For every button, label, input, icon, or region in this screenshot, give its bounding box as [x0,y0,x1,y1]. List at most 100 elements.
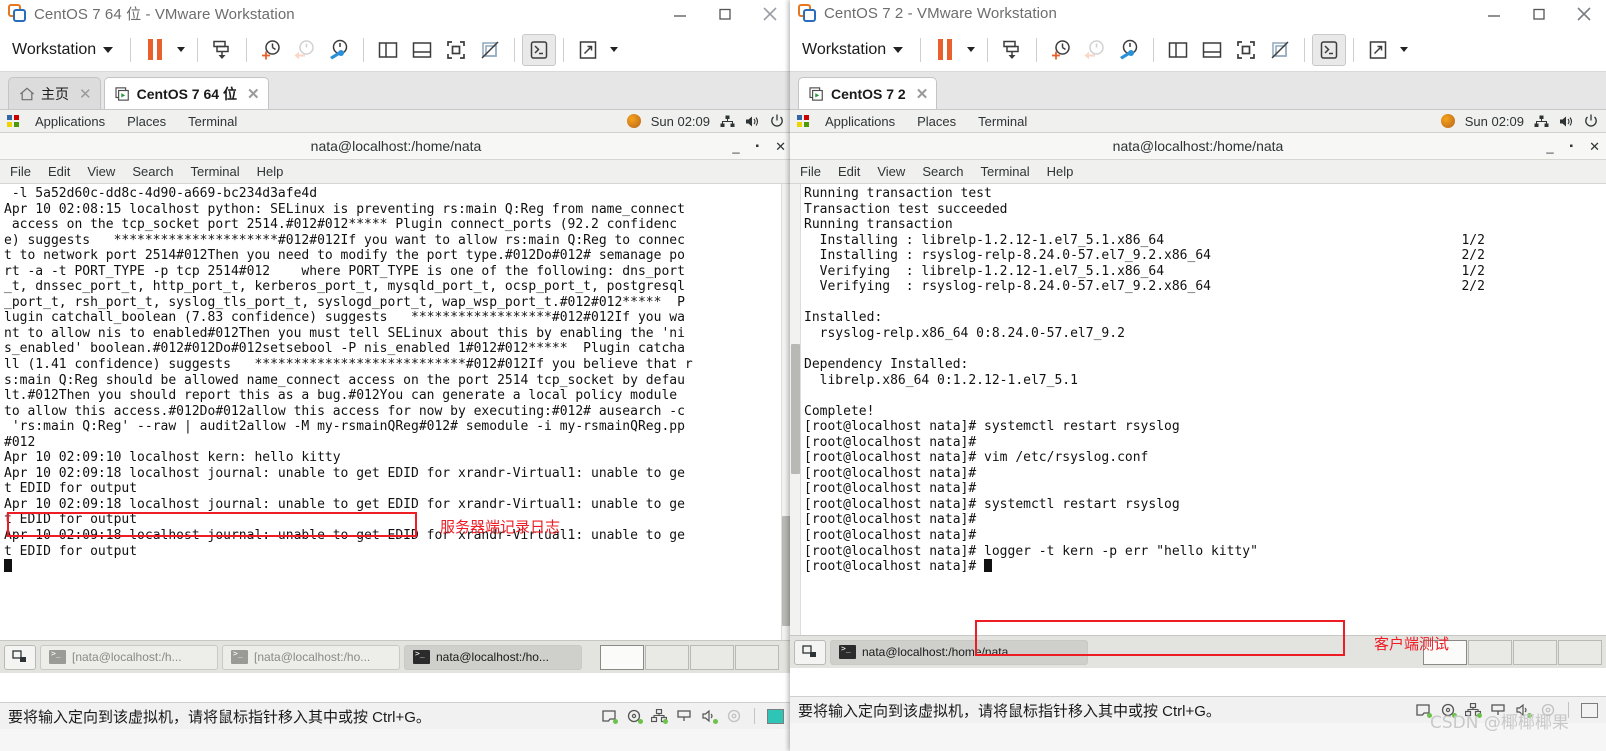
stretch-view-button[interactable] [571,34,605,66]
cd-drive-icon[interactable] [1440,703,1457,718]
volume-icon[interactable] [745,115,760,128]
tab-centos7-64[interactable]: CentOS 7 64 位 ✕ [103,77,269,109]
workstation-menu-button[interactable]: Workstation [6,41,123,59]
close-button[interactable] [1561,0,1606,28]
workspace-2[interactable] [645,644,689,670]
notification-icon[interactable] [1440,114,1455,128]
hard-disk-icon[interactable] [1415,703,1432,718]
close-button[interactable] [747,0,792,28]
taskbar-window-1[interactable]: nata@localhost:/home/nata [830,639,1088,665]
snapshot-manager-button[interactable] [1112,34,1146,66]
network-adapter-icon[interactable] [1464,702,1482,718]
console-view-button[interactable] [522,33,557,66]
show-library-button[interactable] [371,34,405,66]
snapshot-manager-button[interactable] [322,34,356,66]
terminal-menu-help[interactable]: Help [1047,164,1074,179]
show-thumbnail-bar-button[interactable] [1195,34,1229,66]
usb-icon[interactable] [676,709,692,723]
take-snapshot-button[interactable] [1044,34,1078,66]
minimize-button[interactable] [1471,0,1516,28]
manage-snapshots-button[interactable] [205,34,239,66]
terminal-menu-file[interactable]: File [800,164,821,179]
taskbar-window-2[interactable]: [nata@localhost:/ho... [222,644,400,670]
revert-snapshot-button[interactable] [1078,34,1112,66]
gnome-clock[interactable]: Sun 02:09 [651,114,710,129]
terminal-menu-edit[interactable]: Edit [48,164,70,179]
terminal-menu-edit[interactable]: Edit [838,164,860,179]
taskbar-window-1[interactable]: [nata@localhost:/h... [40,644,218,670]
volume-icon[interactable] [1559,115,1574,128]
terminal-maximize-icon[interactable]: ▪ [1570,141,1574,152]
terminal-menu-terminal[interactable]: Terminal [191,164,240,179]
workspace-switcher-button[interactable] [4,644,36,670]
suspend-button[interactable] [138,34,172,66]
workstation-menu-button[interactable]: Workstation [796,41,913,59]
printer-icon[interactable] [1540,703,1556,717]
terminal-menu-file[interactable]: File [10,164,31,179]
suspend-dropdown[interactable] [172,47,190,52]
terminal-close-icon[interactable]: ✕ [1589,139,1600,155]
terminal-menu-search[interactable]: Search [922,164,963,179]
hard-disk-icon[interactable] [601,709,618,724]
scroll-thumb[interactable] [791,344,800,474]
cd-drive-icon[interactable] [626,709,643,724]
display-icon[interactable] [1581,702,1598,718]
workspace-2[interactable] [1468,639,1512,665]
left-terminal-output[interactable]: -l 5a52d60c-dd8c-4d90-a669-bc234d3afe4d A… [0,184,792,640]
usb-icon[interactable] [1490,703,1506,717]
network-icon[interactable] [720,115,735,128]
minimize-button[interactable] [657,0,702,28]
terminal-maximize-icon[interactable]: ▪ [756,141,760,152]
gnome-clock[interactable]: Sun 02:09 [1465,114,1524,129]
gnome-menu-applications[interactable]: Applications [24,114,116,129]
workspace-4[interactable] [1558,639,1602,665]
sound-card-icon[interactable] [1515,703,1532,718]
terminal-close-icon[interactable]: ✕ [775,139,786,155]
workspace-3[interactable] [690,644,734,670]
taskbar-window-3[interactable]: nata@localhost:/ho... [404,644,582,670]
revert-snapshot-button[interactable] [288,34,322,66]
fullscreen-button[interactable] [439,34,473,66]
printer-icon[interactable] [726,709,742,723]
stretch-dropdown[interactable] [1395,47,1413,52]
show-thumbnail-bar-button[interactable] [405,34,439,66]
terminal-minimize-icon[interactable]: _ [732,139,739,154]
stretch-dropdown[interactable] [605,47,623,52]
network-icon[interactable] [1534,115,1549,128]
close-icon[interactable]: ✕ [916,85,929,103]
terminal-minimize-icon[interactable]: _ [1546,139,1553,154]
terminal-menu-view[interactable]: View [87,164,115,179]
gnome-menu-places[interactable]: Places [116,114,177,129]
terminal-menu-view[interactable]: View [877,164,905,179]
workspace-1[interactable] [600,644,644,670]
power-icon[interactable] [770,114,784,128]
take-snapshot-button[interactable] [254,34,288,66]
tab-home[interactable]: 主页 ✕ [8,77,101,109]
show-library-button[interactable] [1161,34,1195,66]
suspend-dropdown[interactable] [962,47,980,52]
gnome-menu-places[interactable]: Places [906,114,967,129]
terminal-menu-help[interactable]: Help [257,164,284,179]
tab-centos7-2[interactable]: CentOS 7 2 ✕ [798,77,938,109]
notification-icon[interactable] [626,114,641,128]
network-adapter-icon[interactable] [650,708,668,724]
power-icon[interactable] [1584,114,1598,128]
unity-mode-button[interactable] [473,34,507,66]
workspace-4[interactable] [735,644,779,670]
right-terminal-scrollbar[interactable] [790,184,801,635]
right-terminal-output[interactable]: Running transaction test Transaction test… [790,184,1606,635]
close-icon[interactable]: ✕ [247,85,260,103]
unity-mode-button[interactable] [1263,34,1297,66]
stretch-view-button[interactable] [1361,34,1395,66]
close-icon[interactable]: ✕ [79,85,92,103]
suspend-button[interactable] [928,34,962,66]
maximize-button[interactable] [702,0,747,28]
display-icon[interactable] [767,708,784,724]
maximize-button[interactable] [1516,0,1561,28]
fullscreen-button[interactable] [1229,34,1263,66]
workspace-3[interactable] [1513,639,1557,665]
gnome-menu-terminal[interactable]: Terminal [967,114,1038,129]
sound-card-icon[interactable] [701,709,718,724]
terminal-menu-terminal[interactable]: Terminal [981,164,1030,179]
manage-snapshots-button[interactable] [995,34,1029,66]
